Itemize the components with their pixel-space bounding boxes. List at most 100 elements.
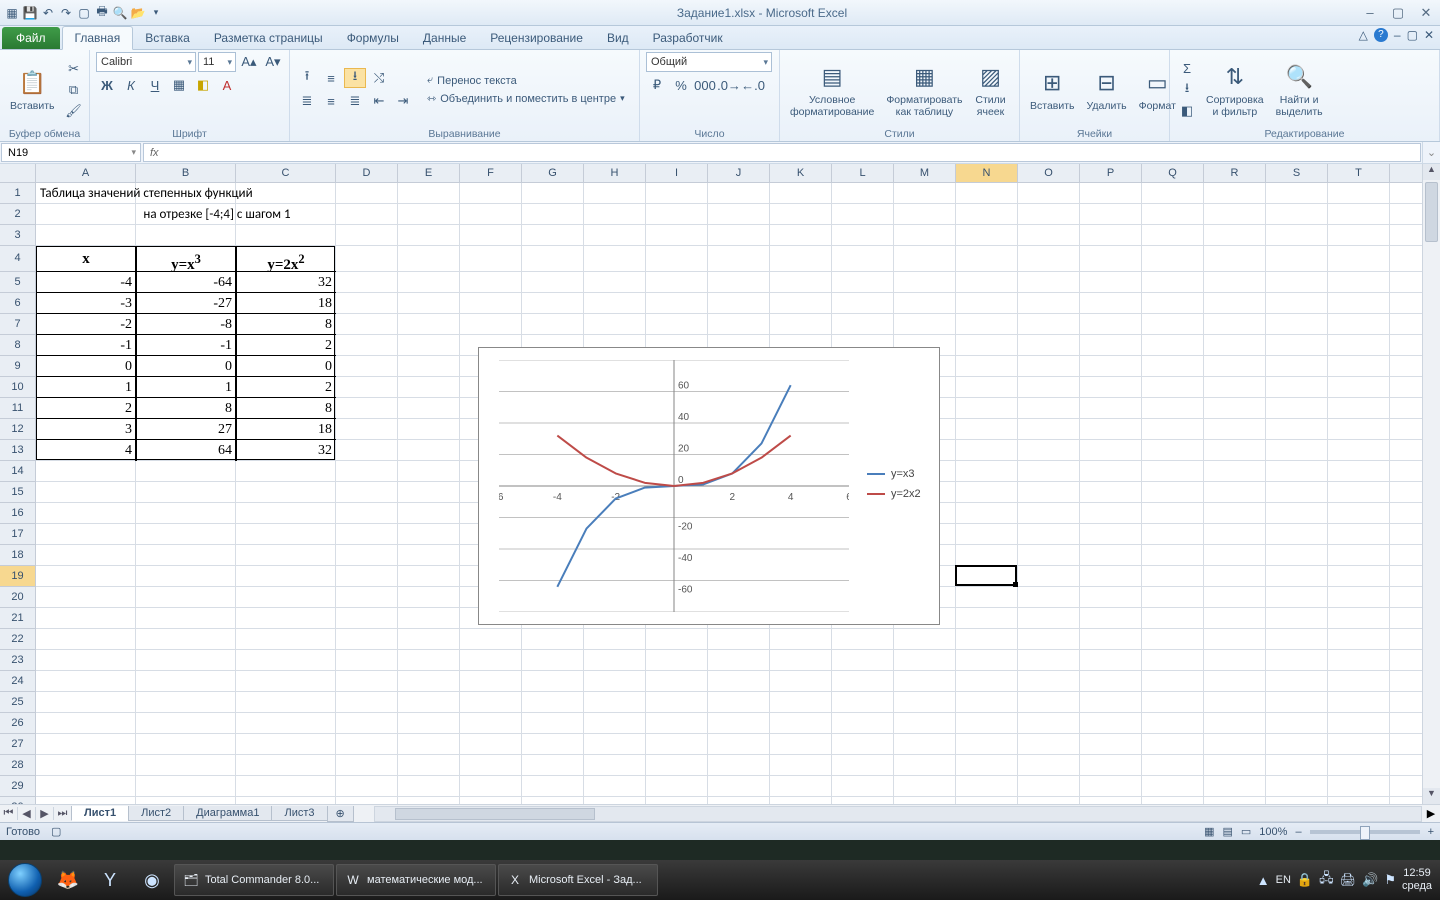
row-header-21[interactable]: 21 <box>0 608 35 629</box>
row-header-4[interactable]: 4 <box>0 246 35 272</box>
copy-icon[interactable]: ⧉ <box>63 80 85 100</box>
dec-decimal-icon[interactable]: ←.0 <box>742 75 764 95</box>
row-header-22[interactable]: 22 <box>0 629 35 650</box>
italic-button[interactable]: К <box>120 75 142 95</box>
row-header-14[interactable]: 14 <box>0 461 35 482</box>
row-header-25[interactable]: 25 <box>0 692 35 713</box>
open-icon[interactable]: 📂 <box>130 5 146 21</box>
formula-bar[interactable]: fx <box>143 143 1421 162</box>
tab-вставка[interactable]: Вставка <box>133 27 202 49</box>
cell-y2-13[interactable]: 32 <box>240 442 332 459</box>
zoom-slider[interactable] <box>1310 830 1420 834</box>
scroll-down-icon[interactable]: ▼ <box>1423 788 1440 804</box>
close-button[interactable]: ✕ <box>1416 6 1436 20</box>
cell-y2-10[interactable]: 2 <box>240 379 332 396</box>
tray-overflow-icon[interactable]: ▲ <box>1257 873 1270 888</box>
col-header-M[interactable]: M <box>894 164 956 182</box>
font-name-combo[interactable]: Calibri <box>96 52 196 72</box>
select-all-corner[interactable] <box>0 164 36 183</box>
cell-x-6[interactable]: -3 <box>40 295 132 312</box>
row-header-26[interactable]: 26 <box>0 713 35 734</box>
pinned-chrome-icon[interactable]: ◉ <box>132 864 172 896</box>
header-x[interactable]: x <box>40 248 132 270</box>
mdi-close-icon[interactable]: ✕ <box>1424 28 1434 42</box>
find-select-button[interactable]: 🔍Найти и выделить <box>1272 59 1327 120</box>
col-header-N[interactable]: N <box>956 164 1018 182</box>
sheet-first-icon[interactable]: ⏮ <box>0 807 18 820</box>
new-sheet-button[interactable]: ⊕ <box>327 806 354 822</box>
col-header-C[interactable]: C <box>236 164 336 182</box>
wrap-text-button[interactable]: ⤶Перенос текста <box>424 73 628 88</box>
paste-button[interactable]: 📋 Вставить <box>6 65 59 114</box>
currency-icon[interactable]: ₽ <box>646 75 668 95</box>
cell-y1-13[interactable]: 64 <box>140 442 232 459</box>
format-as-table-button[interactable]: ▦Форматировать как таблицу <box>882 59 966 120</box>
zoom-out-icon[interactable]: – <box>1295 826 1301 838</box>
sort-filter-button[interactable]: ⇅Сортировка и фильтр <box>1202 59 1268 120</box>
col-header-L[interactable]: L <box>832 164 894 182</box>
row-header-29[interactable]: 29 <box>0 776 35 797</box>
row-header-5[interactable]: 5 <box>0 272 35 293</box>
cell-y1-5[interactable]: -64 <box>140 274 232 291</box>
row-header-18[interactable]: 18 <box>0 545 35 566</box>
tray-flag-icon[interactable]: ⚑ <box>1384 872 1396 888</box>
row-header-27[interactable]: 27 <box>0 734 35 755</box>
row-header-3[interactable]: 3 <box>0 225 35 246</box>
col-header-E[interactable]: E <box>398 164 460 182</box>
merge-center-button[interactable]: ⇿Объединить и поместить в центре▾ <box>424 91 628 106</box>
print-icon[interactable]: 🖶 <box>94 5 110 21</box>
cut-icon[interactable]: ✂ <box>63 59 85 79</box>
row-header-8[interactable]: 8 <box>0 335 35 356</box>
align-center-icon[interactable]: ≡ <box>320 91 342 111</box>
tab-формулы[interactable]: Формулы <box>335 27 411 49</box>
borders-icon[interactable]: ▦ <box>168 75 190 95</box>
redo-icon[interactable]: ↷ <box>58 5 74 21</box>
cell-y1-8[interactable]: -1 <box>140 337 232 354</box>
maximize-button[interactable]: ▢ <box>1388 6 1408 20</box>
col-header-D[interactable]: D <box>336 164 398 182</box>
tab-разработчик[interactable]: Разработчик <box>641 27 735 49</box>
taskbar-task[interactable]: 🗂Total Commander 8.0... <box>174 864 334 896</box>
row-header-28[interactable]: 28 <box>0 755 35 776</box>
row-header-20[interactable]: 20 <box>0 587 35 608</box>
header-y1[interactable]: y=x3 <box>140 248 232 270</box>
row-header-24[interactable]: 24 <box>0 671 35 692</box>
tab-разметка страницы[interactable]: Разметка страницы <box>202 27 335 49</box>
cell-y2-11[interactable]: 8 <box>240 400 332 417</box>
shrink-font-icon[interactable]: A▾ <box>262 52 284 72</box>
grow-font-icon[interactable]: A▴ <box>238 52 260 72</box>
cell-y1-11[interactable]: 8 <box>140 400 232 417</box>
mdi-min-icon[interactable]: – <box>1394 28 1401 42</box>
undo-icon[interactable]: ↶ <box>40 5 56 21</box>
name-box[interactable]: N19 <box>1 143 141 162</box>
row-header-16[interactable]: 16 <box>0 503 35 524</box>
col-header-P[interactable]: P <box>1080 164 1142 182</box>
align-top-icon[interactable]: ⭱ <box>296 68 318 88</box>
cell-x-12[interactable]: 3 <box>40 421 132 438</box>
clear-icon[interactable]: ◧ <box>1176 101 1198 121</box>
autosum-icon[interactable]: Σ <box>1176 59 1198 79</box>
row-header-11[interactable]: 11 <box>0 398 35 419</box>
cell-y1-12[interactable]: 27 <box>140 421 232 438</box>
cell-x-9[interactable]: 0 <box>40 358 132 375</box>
row-header-12[interactable]: 12 <box>0 419 35 440</box>
tab-file[interactable]: Файл <box>2 27 60 49</box>
cell-x-10[interactable]: 1 <box>40 379 132 396</box>
cell-y2-7[interactable]: 8 <box>240 316 332 333</box>
col-header-J[interactable]: J <box>708 164 770 182</box>
row-header-23[interactable]: 23 <box>0 650 35 671</box>
indent-inc-icon[interactable]: ⇥ <box>392 91 414 111</box>
row-header-30[interactable]: 30 <box>0 797 35 804</box>
pinned-firefox-icon[interactable]: 🦊 <box>48 864 88 896</box>
tab-рецензирование[interactable]: Рецензирование <box>478 27 595 49</box>
col-header-T[interactable]: T <box>1328 164 1390 182</box>
tab-данные[interactable]: Данные <box>411 27 478 49</box>
zoom-value[interactable]: 100% <box>1259 826 1287 838</box>
minimize-button[interactable]: – <box>1360 6 1380 20</box>
font-size-combo[interactable]: 11 <box>198 52 236 72</box>
row-header-19[interactable]: 19 <box>0 566 35 587</box>
number-format-combo[interactable]: Общий <box>646 52 772 72</box>
col-header-F[interactable]: F <box>460 164 522 182</box>
help-icon[interactable]: ? <box>1374 28 1388 42</box>
new-icon[interactable]: ▢ <box>76 5 92 21</box>
